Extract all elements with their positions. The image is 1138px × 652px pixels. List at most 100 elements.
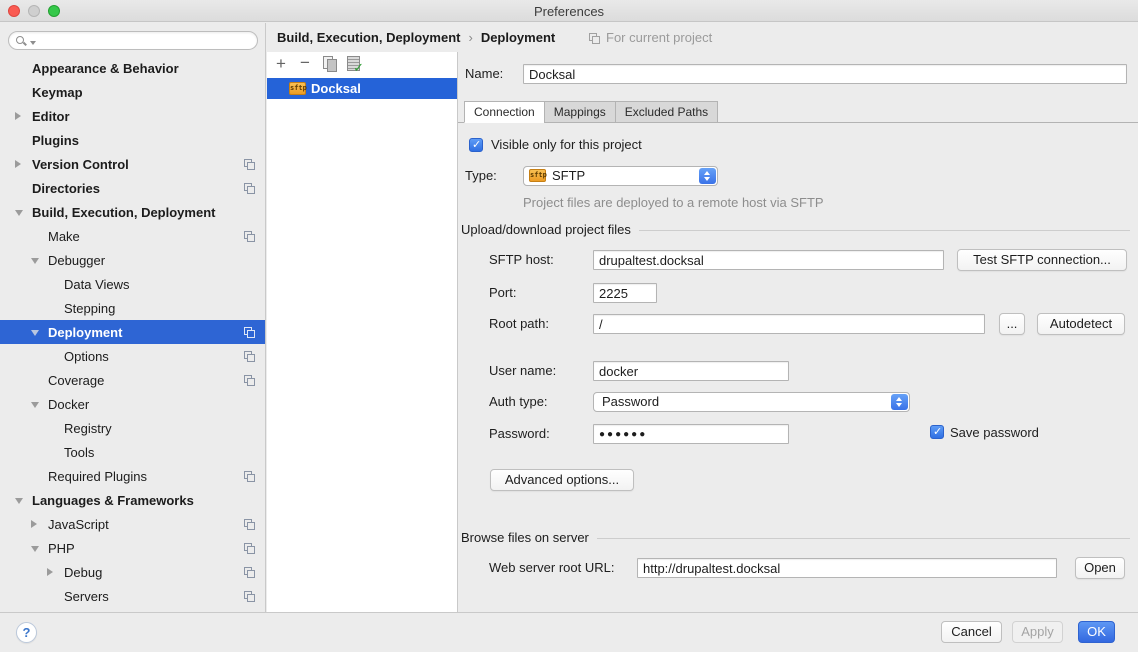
section-rule (597, 538, 1130, 539)
type-value: SFTP (552, 167, 585, 185)
sidebar-item-label: Plugins (32, 133, 79, 148)
save-password-label: Save password (950, 423, 1039, 443)
test-sftp-connection-button[interactable]: Test SFTP connection... (957, 249, 1127, 271)
sidebar-item-debug[interactable]: Debug (0, 560, 265, 584)
chevron-down-icon[interactable] (31, 402, 39, 408)
add-server-button[interactable]: + (272, 55, 290, 73)
sidebar-item-deployment[interactable]: Deployment (0, 320, 265, 344)
sidebar-item-registry[interactable]: Registry (0, 416, 265, 440)
search-icon (16, 36, 24, 44)
browse-root-path-button[interactable]: ... (999, 313, 1025, 335)
per-project-icon (244, 567, 255, 578)
browse-section-header: Browse files on server (461, 530, 1130, 545)
sidebar-item-editor[interactable]: Editor (0, 104, 265, 128)
sidebar-item-make[interactable]: Make (0, 224, 265, 248)
sidebar-item-tools[interactable]: Tools (0, 440, 265, 464)
search-options-chevron-icon[interactable] (30, 41, 36, 45)
deployment-form: Name: ConnectionMappingsExcluded Paths V… (458, 52, 1138, 612)
sidebar-item-build-execution-deployment[interactable]: Build, Execution, Deployment (0, 200, 265, 224)
sftp-icon: sftp (289, 82, 306, 95)
auth-type-label: Auth type: (489, 392, 548, 412)
sidebar-item-docker[interactable]: Docker (0, 392, 265, 416)
sidebar-item-keymap[interactable]: Keymap (0, 80, 265, 104)
sidebar-item-servers[interactable]: Servers (0, 584, 265, 608)
user-name-field[interactable] (593, 361, 789, 381)
sidebar-item-options[interactable]: Options (0, 344, 265, 368)
sidebar-item-debugger[interactable]: Debugger (0, 248, 265, 272)
web-root-field[interactable] (637, 558, 1057, 578)
header-strip: Build, Execution, Deployment › Deploymen… (267, 23, 1138, 52)
password-field[interactable] (593, 424, 789, 444)
tab-excluded-paths[interactable]: Excluded Paths (615, 101, 718, 123)
tab-bar: ConnectionMappingsExcluded Paths (458, 100, 1138, 123)
open-button[interactable]: Open (1075, 557, 1125, 579)
type-select[interactable]: sftp SFTP (523, 166, 718, 186)
server-list-item-docksal[interactable]: sftpDocksal (267, 78, 457, 99)
cancel-button[interactable]: Cancel (941, 621, 1002, 643)
chevron-right-icon[interactable] (15, 160, 21, 168)
preferences-window: Preferences Appearance & Behavior Keymap E… (0, 0, 1138, 652)
dropdown-stepper-icon[interactable] (891, 394, 908, 410)
apply-button[interactable]: Apply (1012, 621, 1063, 643)
save-password-checkbox[interactable] (930, 425, 944, 439)
search-input[interactable] (8, 31, 258, 50)
per-project-icon (244, 327, 255, 338)
port-field[interactable] (593, 283, 657, 303)
chevron-down-icon[interactable] (31, 258, 39, 264)
chevron-right-icon[interactable] (15, 112, 21, 120)
sidebar-item-data-views[interactable]: Data Views (0, 272, 265, 296)
advanced-options-button[interactable]: Advanced options... (490, 469, 634, 491)
copy-server-icon[interactable] (322, 56, 338, 72)
sidebar-item-label: Build, Execution, Deployment (32, 205, 215, 220)
settings-tree: Appearance & Behavior Keymap Editor Plugins… (0, 56, 265, 608)
sidebar-item-stepping[interactable]: Stepping (0, 296, 265, 320)
chevron-down-icon[interactable] (15, 210, 23, 216)
use-as-default-icon[interactable] (346, 56, 362, 72)
sidebar-item-version-control[interactable]: Version Control (0, 152, 265, 176)
per-project-icon (244, 591, 255, 602)
server-list: sftpDocksal (267, 78, 457, 99)
ok-button[interactable]: OK (1078, 621, 1115, 643)
sftp-icon: sftp (529, 169, 546, 182)
sidebar-item-label: PHP (48, 541, 75, 556)
chevron-right-icon[interactable] (31, 520, 37, 528)
name-field[interactable] (523, 64, 1127, 84)
root-path-field[interactable] (593, 314, 985, 334)
visible-only-checkbox[interactable] (469, 138, 483, 152)
browse-section-title: Browse files on server (461, 530, 589, 545)
sidebar-item-label: Docker (48, 397, 89, 412)
type-hint: Project files are deployed to a remote h… (523, 195, 824, 210)
chevron-right-icon[interactable] (47, 568, 53, 576)
dropdown-stepper-icon[interactable] (699, 168, 716, 184)
sidebar-item-appearance-behavior[interactable]: Appearance & Behavior (0, 56, 265, 80)
help-button[interactable]: ? (16, 622, 37, 643)
sidebar-item-label: Make (48, 229, 80, 244)
sidebar-item-languages-frameworks[interactable]: Languages & Frameworks (0, 488, 265, 512)
port-label: Port: (489, 283, 516, 303)
sftp-host-field[interactable] (593, 250, 944, 270)
breadcrumb-parent[interactable]: Build, Execution, Deployment (277, 30, 460, 45)
tab-connection[interactable]: Connection (464, 101, 544, 123)
per-project-icon (244, 351, 255, 362)
auth-type-select[interactable]: Password (593, 392, 910, 412)
sidebar-item-label: Keymap (32, 85, 83, 100)
autodetect-button[interactable]: Autodetect (1037, 313, 1125, 335)
chevron-down-icon[interactable] (15, 498, 23, 504)
per-project-icon (244, 543, 255, 554)
per-project-icon (244, 159, 255, 170)
sidebar-item-label: Deployment (48, 325, 122, 340)
chevron-down-icon[interactable] (31, 330, 39, 336)
sidebar-item-required-plugins[interactable]: Required Plugins (0, 464, 265, 488)
sidebar-item-plugins[interactable]: Plugins (0, 128, 265, 152)
scope-label: For current project (606, 30, 712, 45)
sidebar-item-javascript[interactable]: JavaScript (0, 512, 265, 536)
sidebar-item-coverage[interactable]: Coverage (0, 368, 265, 392)
name-label: Name: (465, 64, 503, 84)
chevron-down-icon[interactable] (31, 546, 39, 552)
window-title: Preferences (0, 4, 1138, 19)
sidebar-item-label: Editor (32, 109, 70, 124)
tab-mappings[interactable]: Mappings (544, 101, 615, 123)
sidebar-item-php[interactable]: PHP (0, 536, 265, 560)
sidebar-item-directories[interactable]: Directories (0, 176, 265, 200)
remove-server-button[interactable]: − (296, 55, 314, 73)
